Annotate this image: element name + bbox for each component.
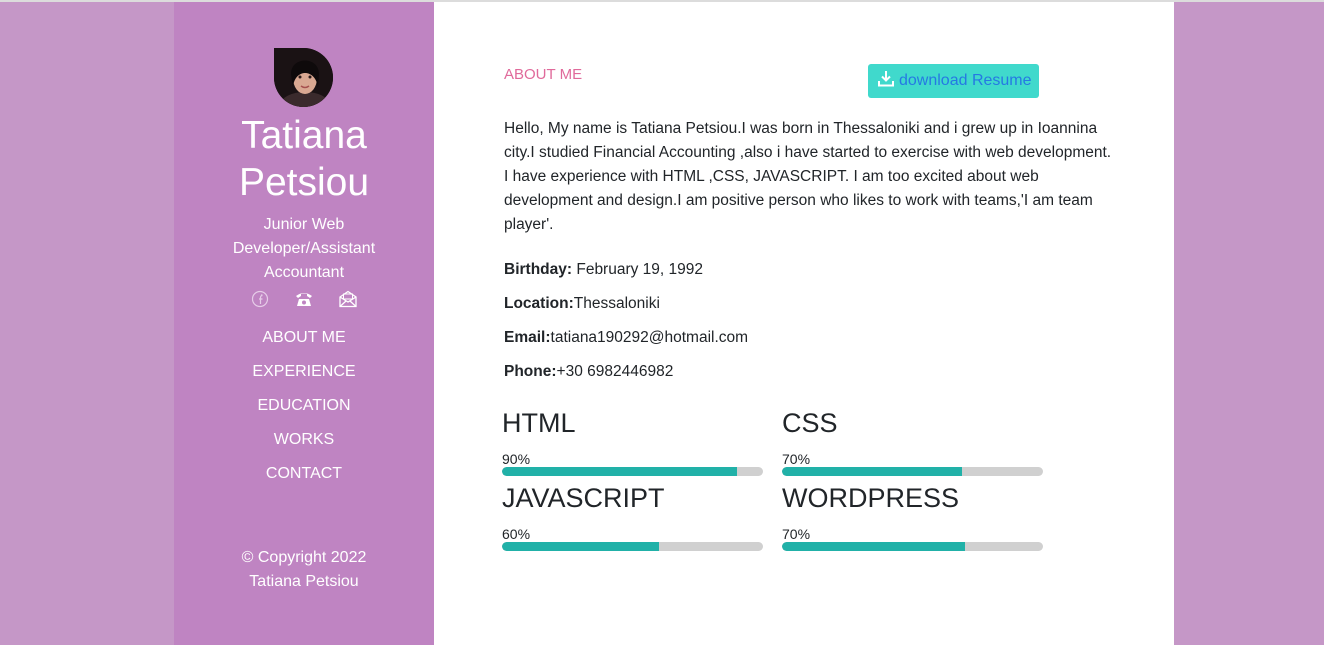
main-content: ABOUT ME download Resume Hello, My name … — [434, 2, 1174, 645]
skill-css: CSS 70% — [782, 407, 1043, 476]
email-icon[interactable] — [337, 288, 359, 310]
skill-percent: 70% — [782, 526, 811, 542]
nav-item-works[interactable]: WORKS — [174, 422, 434, 456]
birthday-value: February 19, 1992 — [572, 261, 704, 278]
section-title: ABOUT ME — [504, 66, 583, 83]
info-phone: Phone:+30 6982446982 — [504, 362, 673, 382]
info-birthday: Birthday: February 19, 1992 — [504, 260, 703, 280]
info-email: Email:tatiana190292@hotmail.com — [504, 328, 748, 348]
copyright-owner: Tatiana Petsiou — [249, 573, 359, 590]
skill-bar — [782, 467, 1043, 476]
download-resume-button[interactable]: download Resume — [868, 64, 1039, 98]
location-value: Thessaloniki — [573, 295, 660, 312]
profile-name-last: Petsiou — [238, 161, 370, 204]
skill-bar-fill — [502, 542, 659, 551]
sidebar: Tatiana Petsiou Junior Web Developer/Ass… — [174, 2, 434, 645]
skill-bar-fill — [502, 467, 737, 476]
skill-name: JAVASCRIPT — [502, 483, 665, 513]
phone-label: Phone: — [504, 363, 557, 380]
skill-html: HTML 90% — [502, 407, 763, 476]
facebook-icon[interactable] — [249, 288, 271, 310]
skill-name: WORDPRESS — [782, 483, 960, 513]
avatar — [274, 48, 333, 107]
info-location: Location:Thessaloniki — [504, 294, 660, 314]
skill-bar — [502, 467, 763, 476]
skill-wordpress: WORDPRESS 70% — [782, 482, 1043, 551]
skill-bar-fill — [782, 467, 963, 476]
skill-bar — [502, 542, 763, 551]
skill-name: HTML — [502, 408, 576, 438]
skill-percent: 70% — [782, 451, 811, 467]
phone-icon[interactable] — [293, 288, 315, 310]
email-value: tatiana190292@hotmail.com — [550, 329, 749, 346]
skill-bar-fill — [782, 542, 965, 551]
skill-bar — [782, 542, 1043, 551]
skill-javascript: JAVASCRIPT 60% — [502, 482, 763, 551]
location-label: Location: — [504, 295, 574, 312]
download-icon — [878, 70, 894, 92]
nav-item-contact[interactable]: CONTACT — [174, 456, 434, 490]
nav-item-about-me[interactable]: ABOUT ME — [174, 320, 434, 354]
download-resume-label: download Resume — [899, 72, 1032, 89]
bio-text: Hello, My name is Tatiana Petsiou.I was … — [504, 120, 1112, 233]
skill-name: CSS — [782, 408, 838, 438]
nav-item-education[interactable]: EDUCATION — [174, 388, 434, 422]
copyright-line: © Copyright 2022 — [241, 549, 367, 566]
phone-value: +30 6982446982 — [556, 363, 674, 380]
sidebar-nav: ABOUT ME EXPERIENCE EDUCATION WORKS CONT… — [174, 320, 434, 490]
email-label: Email: — [504, 329, 551, 346]
copyright: © Copyright 2022 Tatiana Petsiou — [214, 546, 394, 594]
social-icons — [174, 288, 434, 310]
nav-item-experience[interactable]: EXPERIENCE — [174, 354, 434, 388]
birthday-label: Birthday: — [504, 261, 573, 278]
profile-name-first: Tatiana — [241, 114, 367, 157]
skill-percent: 90% — [502, 451, 531, 467]
profile-role: Junior Web Developer/Assistant Accountan… — [232, 216, 376, 281]
profile-name: Tatiana Petsiou — [174, 112, 434, 206]
skill-percent: 60% — [502, 526, 531, 542]
